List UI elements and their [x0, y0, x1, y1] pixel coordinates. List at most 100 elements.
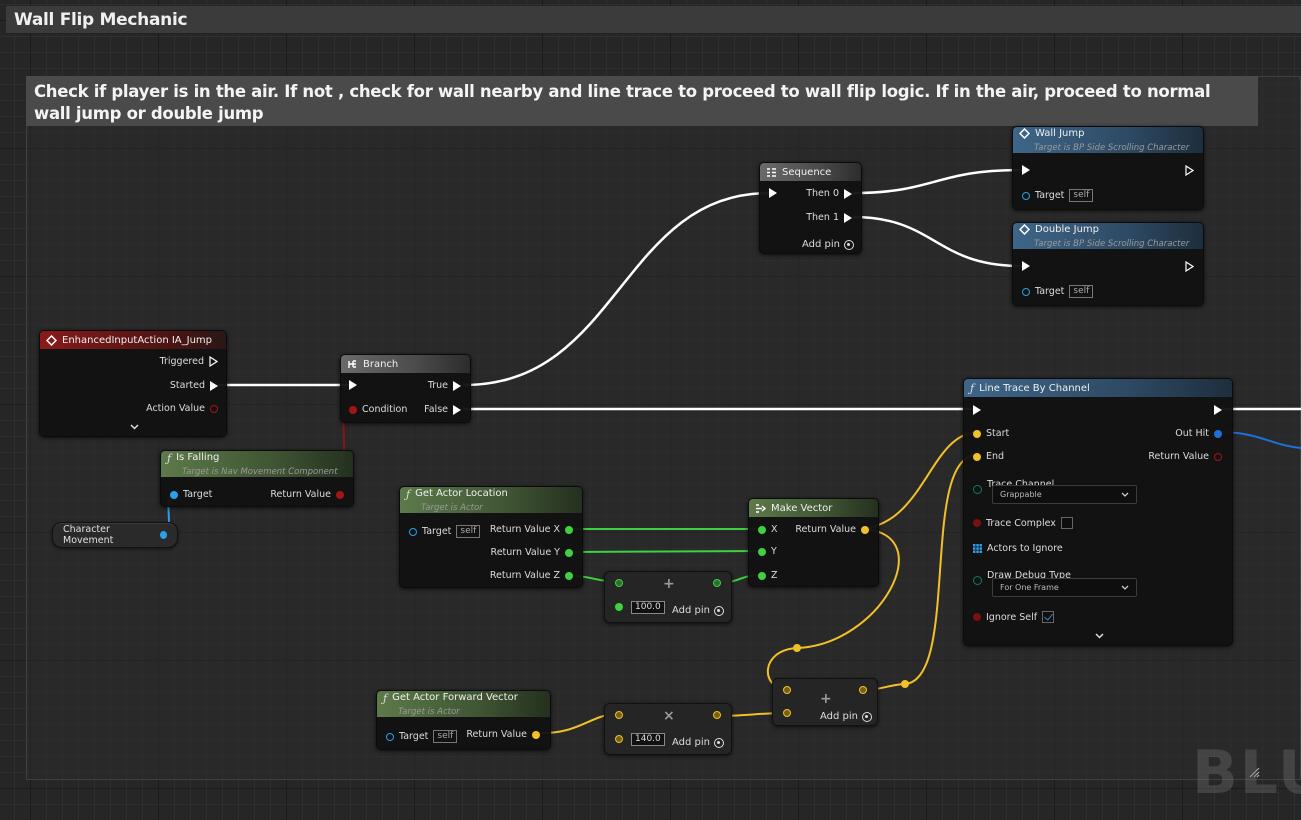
make-vector-node[interactable]: Make Vector X Y Z Return Value: [748, 498, 879, 587]
exec-pin-icon: [349, 380, 357, 390]
input-action-jump-node[interactable]: EnhancedInputAction IA_Jump Triggered St…: [39, 330, 227, 437]
pin-label: End: [986, 451, 1005, 462]
trace-complex-checkbox[interactable]: [1060, 517, 1073, 529]
pin-exec-out[interactable]: [1185, 261, 1194, 272]
branch-node[interactable]: Branch Condition True False: [340, 354, 471, 423]
float-pin-icon[interactable]: [713, 579, 721, 587]
get-actor-forward-vector-node[interactable]: ƒ Get Actor Forward Vector Target is Act…: [376, 690, 551, 750]
pin-exec-in[interactable]: [973, 405, 981, 415]
node-title: Get Actor Location: [415, 488, 508, 499]
dropdown-value: Grappable: [1000, 490, 1042, 499]
get-actor-location-node[interactable]: ƒ Get Actor Location Target is Actor Tar…: [399, 486, 583, 588]
vector-pin-icon[interactable]: [713, 711, 721, 719]
pin-label: Target: [183, 489, 213, 500]
pin-trace-complex[interactable]: Trace Complex: [973, 517, 1073, 529]
pin-return-y[interactable]: Return Value Y: [491, 547, 573, 558]
pin-false[interactable]: False: [424, 404, 461, 415]
comment-text[interactable]: Check if player is in the air. If not , …: [26, 76, 1258, 126]
character-movement-variable[interactable]: Character Movement: [52, 522, 178, 548]
pin-target[interactable]: Target self: [1022, 189, 1094, 202]
pin-y[interactable]: Y: [758, 546, 777, 557]
add-pin-button[interactable]: Add pin: [672, 605, 724, 616]
pin-actors-to-ignore[interactable]: Actors to Ignore: [973, 543, 1063, 554]
pin-exec-out[interactable]: [1214, 405, 1222, 415]
pin-label: Target: [399, 731, 429, 742]
add-icon: +: [820, 691, 832, 707]
float-pin-icon: [565, 548, 573, 557]
pin-end[interactable]: End: [973, 451, 1004, 462]
pin-then1[interactable]: Then 1: [806, 212, 852, 223]
chevron-down-icon[interactable]: [130, 424, 139, 430]
pin-z[interactable]: Z: [758, 570, 778, 581]
pin-triggered[interactable]: Triggered: [160, 356, 218, 367]
add-float-node[interactable]: + 100.0 Add pin: [604, 571, 732, 623]
node-header: Sequence: [760, 163, 861, 181]
float-value-field[interactable]: 100.0: [631, 601, 665, 614]
pin-action-value[interactable]: Action Value: [146, 403, 218, 414]
vector-pin-icon[interactable]: [783, 709, 791, 717]
dropdown-value: For One Frame: [1000, 583, 1059, 592]
vector-pin-icon: [532, 730, 540, 739]
pin-out-hit[interactable]: Out Hit: [1175, 428, 1222, 439]
pin-exec-in[interactable]: [1022, 261, 1030, 271]
node-subtitle: Target is Actor: [398, 707, 460, 717]
chevron-down-icon: [1121, 492, 1129, 497]
pin-ignore-self[interactable]: Ignore Self: [973, 611, 1055, 623]
pin-exec-in[interactable]: [349, 380, 357, 390]
trace-channel-dropdown[interactable]: Grappable: [992, 485, 1137, 504]
add-pin-icon: [714, 605, 724, 616]
graph-title: Wall Flip Mechanic: [6, 6, 1301, 34]
ignore-self-checkbox[interactable]: [1042, 611, 1055, 623]
pin-target[interactable]: Target self: [1022, 285, 1094, 298]
pin-label: Return Value: [466, 729, 527, 740]
pin-started[interactable]: Started: [170, 380, 218, 391]
pin-start[interactable]: Start: [973, 428, 1009, 439]
float-pin-icon[interactable]: [615, 579, 623, 587]
pin-label: Return Value X: [489, 524, 560, 535]
sequence-node[interactable]: Sequence Then 0 Then 1 Add pin: [759, 162, 862, 254]
pin-exec-in[interactable]: [769, 188, 777, 198]
pin-condition[interactable]: Condition: [349, 404, 407, 415]
pin-then0[interactable]: Then 0: [806, 188, 852, 199]
wall-jump-node[interactable]: Wall Jump Target is BP Side Scrolling Ch…: [1012, 126, 1204, 210]
target-self-value: self: [433, 730, 458, 743]
add-pin-button[interactable]: Add pin: [672, 737, 724, 748]
pin-return-value[interactable]: Return Value: [1148, 451, 1222, 462]
enum-pin-icon: [973, 576, 982, 585]
vector-pin-icon[interactable]: [615, 735, 623, 743]
line-trace-by-channel-node[interactable]: ƒ Line Trace By Channel Start End Out Hi…: [963, 378, 1233, 646]
object-pin-icon: [159, 531, 167, 539]
pin-target[interactable]: Target self: [386, 730, 458, 743]
exec-pin-icon: [1185, 165, 1194, 176]
pin-exec-in[interactable]: [1022, 165, 1030, 175]
add-pin-button[interactable]: Add pin: [802, 239, 854, 250]
vector-pin-icon[interactable]: [859, 686, 867, 694]
pin-target[interactable]: Target self: [409, 525, 481, 538]
multiply-node[interactable]: × 140.0 Add pin: [604, 703, 732, 755]
pin-label: Return Value: [270, 489, 331, 500]
vector-pin-icon[interactable]: [783, 686, 791, 694]
vector-pin-icon: [861, 525, 869, 534]
pin-exec-out[interactable]: [1185, 165, 1194, 176]
pin-target[interactable]: Target: [170, 489, 212, 500]
float-pin-icon[interactable]: [615, 603, 623, 611]
pin-true[interactable]: True: [428, 380, 461, 391]
pin-return-value[interactable]: Return Value: [466, 729, 540, 740]
double-jump-node[interactable]: Double Jump Target is BP Side Scrolling …: [1012, 222, 1204, 306]
vector-pin-icon: [973, 429, 981, 438]
add-vector-node[interactable]: + Add pin: [772, 678, 878, 726]
vector-pin-icon[interactable]: [615, 711, 623, 719]
multiply-value-field[interactable]: 140.0: [631, 733, 665, 746]
chevron-down-icon[interactable]: [1095, 633, 1104, 639]
pin-return-z[interactable]: Return Value Z: [490, 570, 573, 581]
draw-debug-type-dropdown[interactable]: For One Frame: [992, 578, 1137, 597]
pin-return-value[interactable]: Return Value: [795, 524, 869, 535]
bool-pin-icon: [336, 490, 344, 499]
pin-x[interactable]: X: [758, 524, 778, 535]
pin-label: Start: [986, 428, 1010, 439]
add-pin-button[interactable]: Add pin: [820, 711, 872, 722]
pin-return-x[interactable]: Return Value X: [490, 524, 573, 535]
pin-label: Out Hit: [1175, 428, 1209, 439]
pin-return-value[interactable]: Return Value: [270, 489, 344, 500]
is-falling-node[interactable]: ƒ Is Falling Target is Nav Movement Comp…: [160, 450, 354, 507]
